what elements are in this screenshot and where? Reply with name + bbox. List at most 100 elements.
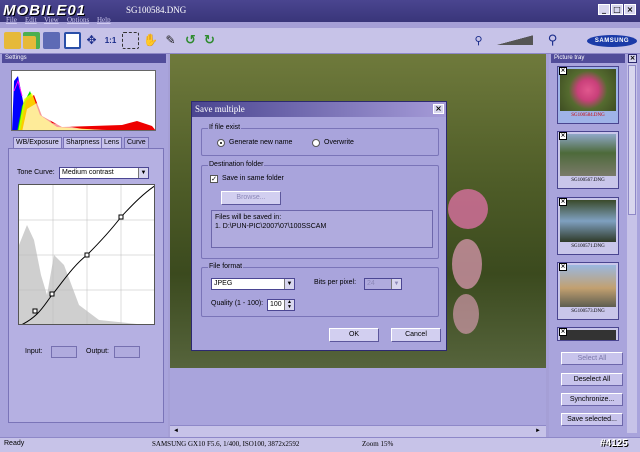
window-title: SG100584.DNG xyxy=(126,5,187,15)
zoom-in-icon[interactable]: ⚲ xyxy=(544,32,561,49)
if-exist-group: If file exist Generate new name Overwrit… xyxy=(201,124,439,156)
horizontal-scrollbar[interactable]: ◄ ► xyxy=(170,425,546,437)
thumbnail-4[interactable]: × SG100573.DNG xyxy=(557,262,619,320)
dialog-close-icon[interactable]: × xyxy=(433,104,444,114)
samsung-logo: SAMSUNG xyxy=(587,35,637,47)
same-folder-label: Save in same folder xyxy=(222,175,284,182)
chevron-down-icon: ▼ xyxy=(284,279,294,289)
destination-label: Destination folder xyxy=(208,161,265,168)
quality-stepper[interactable]: 100 ▲ ▼ xyxy=(267,299,295,311)
status-camera: SAMSUNG GX10 xyxy=(152,440,206,448)
overwrite-label: Overwrite xyxy=(324,139,354,146)
file-format-label: File format xyxy=(208,263,244,270)
rotate-left-icon[interactable]: ↺ xyxy=(182,32,199,49)
tray-close-icon[interactable]: × xyxy=(628,54,637,63)
thumbnail-name: SG100571.DNG xyxy=(571,244,605,249)
status-bar: Ready SAMSUNG GX10 F5.6, 1/400, ISO100, … xyxy=(0,437,640,452)
stepper-icon: ▲ ▼ xyxy=(284,300,294,310)
if-exist-label: If file exist xyxy=(208,124,242,131)
scroll-right-icon[interactable]: ► xyxy=(535,428,541,434)
curve-graph[interactable] xyxy=(18,184,155,325)
zoom-slider[interactable] xyxy=(497,35,533,45)
status-state: Ready xyxy=(4,440,25,447)
thumbnail-name: SG100584.DNG xyxy=(571,113,605,118)
format-select[interactable]: JPEG ▼ xyxy=(211,278,295,290)
input-field[interactable] xyxy=(51,346,77,358)
destination-group: Destination folder ✓ Save in same folder… xyxy=(201,161,439,259)
files-saved-label: Files will be saved in: xyxy=(215,214,282,221)
toolbar: ✥ 1:1 ✋ ✎ ↺ ↻ ⚲ ⚲ xyxy=(0,28,640,54)
deselect-all-button[interactable]: Deselect All xyxy=(561,373,623,386)
save-selected-button[interactable]: Save selected... xyxy=(561,413,623,426)
browse-button[interactable]: Browse... xyxy=(221,191,281,205)
tone-curve-label: Tone Curve: xyxy=(17,169,55,176)
save-path: 1. D:\PUN-PIC\2007\07\100SSCAM xyxy=(215,223,327,230)
watermark: #4125 xyxy=(600,438,628,449)
add-folder-icon[interactable] xyxy=(23,32,40,49)
synchronize-button[interactable]: Synchronize... xyxy=(561,393,623,406)
format-value: JPEG xyxy=(214,280,233,287)
save-icon[interactable] xyxy=(43,32,60,49)
thumbnail-name: SG100567.DNG xyxy=(571,178,605,183)
bits-value: 24 xyxy=(367,280,375,287)
quality-value: 100 xyxy=(270,301,282,308)
status-exposure: F5.6, 1/400, ISO100, 3872x2592 xyxy=(207,440,300,448)
chevron-down-icon: ▼ xyxy=(138,168,148,178)
menu-file[interactable]: File xyxy=(6,16,17,24)
tone-curve-select[interactable]: Medium contrast ▼ xyxy=(59,167,149,179)
cancel-button[interactable]: Cancel xyxy=(391,328,441,342)
rotate-right-icon[interactable]: ↻ xyxy=(201,32,218,49)
thumbnail-close-icon[interactable]: × xyxy=(559,328,567,336)
hand-tool-icon[interactable]: ✋ xyxy=(142,32,159,49)
tray-scrollbar[interactable] xyxy=(627,63,637,433)
tone-curve-value: Medium contrast xyxy=(62,169,114,176)
histogram xyxy=(11,70,156,131)
minimize-button[interactable]: _ xyxy=(598,4,610,15)
thumbnail-1[interactable]: × SG100584.DNG xyxy=(557,66,619,124)
ok-button[interactable]: OK xyxy=(329,328,379,342)
select-all-button[interactable]: Select All xyxy=(561,352,623,365)
crop-icon[interactable] xyxy=(122,32,139,49)
zoom-out-icon[interactable]: ⚲ xyxy=(470,32,487,49)
menu-view[interactable]: View xyxy=(44,16,59,24)
chevron-down-icon: ▼ xyxy=(391,279,401,289)
settings-header: Settings xyxy=(2,54,166,63)
thumbnail-5[interactable]: × xyxy=(557,327,619,341)
open-folder-icon[interactable] xyxy=(4,32,21,49)
dialog-title: Save multiple xyxy=(192,102,446,117)
generate-new-label: Generate new name xyxy=(229,139,293,146)
scroll-thumb[interactable] xyxy=(628,65,636,215)
menu-bar: File Edit View Options Help xyxy=(0,16,120,26)
generate-new-radio[interactable] xyxy=(217,139,225,147)
save-location-box: Files will be saved in: 1. D:\PUN-PIC\20… xyxy=(211,210,433,248)
thumbnail-close-icon[interactable]: × xyxy=(559,132,567,140)
input-label: Input: xyxy=(25,348,43,355)
actual-size-icon[interactable]: 1:1 xyxy=(102,32,119,49)
menu-help[interactable]: Help xyxy=(97,16,111,24)
menu-edit[interactable]: Edit xyxy=(25,16,37,24)
thumbnail-close-icon[interactable]: × xyxy=(559,67,567,75)
same-folder-checkbox[interactable]: ✓ xyxy=(210,175,218,183)
eyedropper-icon[interactable]: ✎ xyxy=(162,32,179,49)
thumbnail-name: SG100573.DNG xyxy=(571,309,605,314)
close-button[interactable]: × xyxy=(624,4,636,15)
thumbnail-3[interactable]: × SG100571.DNG xyxy=(557,197,619,255)
fit-screen-icon[interactable]: ✥ xyxy=(83,32,100,49)
quality-label: Quality (1 - 100): xyxy=(211,300,264,307)
maximize-button[interactable]: □ xyxy=(611,4,623,15)
thumbnail-2[interactable]: × SG100567.DNG xyxy=(557,131,619,189)
overwrite-radio[interactable] xyxy=(312,139,320,147)
tray-header: Picture tray xyxy=(551,54,625,63)
layout-view-icon[interactable] xyxy=(64,32,81,49)
scroll-left-icon[interactable]: ◄ xyxy=(173,428,179,434)
file-format-group: File format JPEG ▼ Bits per pixel: 24 ▼ … xyxy=(201,263,439,317)
save-multiple-dialog: Save multiple × If file exist Generate n… xyxy=(191,101,447,351)
menu-options[interactable]: Options xyxy=(67,16,89,24)
output-label: Output: xyxy=(86,348,109,355)
status-zoom: Zoom 15% xyxy=(362,440,394,448)
thumbnail-close-icon[interactable]: × xyxy=(559,263,567,271)
bits-select[interactable]: 24 ▼ xyxy=(364,278,402,290)
output-field[interactable] xyxy=(114,346,140,358)
thumbnail-close-icon[interactable]: × xyxy=(559,198,567,206)
bits-label: Bits per pixel: xyxy=(314,279,357,286)
